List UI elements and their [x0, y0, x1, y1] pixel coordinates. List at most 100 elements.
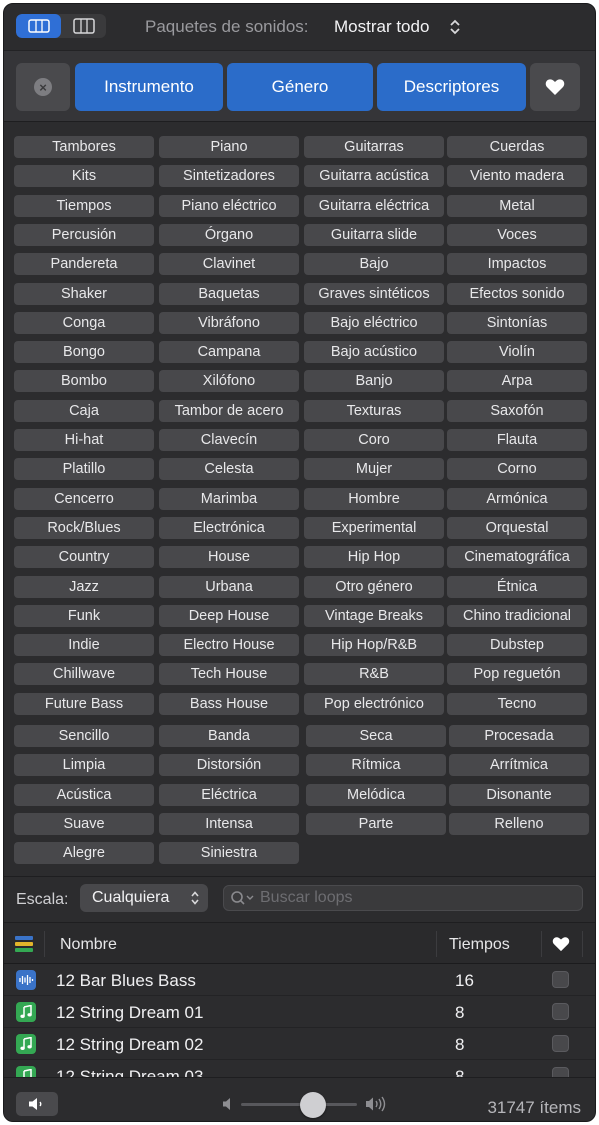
keyword-button[interactable]: Chillwave: [14, 663, 154, 686]
keyword-button[interactable]: Intensa: [159, 813, 299, 835]
keyword-button[interactable]: Banjo: [304, 370, 444, 393]
keyword-button[interactable]: Disonante: [449, 784, 589, 806]
keyword-button[interactable]: Pop electrónico: [304, 692, 444, 715]
table-row[interactable]: 12 String Dream 03 8: [4, 1060, 595, 1077]
keyword-button[interactable]: House: [159, 546, 299, 569]
keyword-button[interactable]: Órgano: [159, 223, 299, 246]
keyword-button[interactable]: Chino tradicional: [447, 604, 587, 627]
keyword-button[interactable]: Indie: [14, 634, 154, 657]
keyword-button[interactable]: Armónica: [447, 487, 587, 510]
keyword-button[interactable]: Impactos: [447, 253, 587, 276]
keyword-button[interactable]: Piano eléctrico: [159, 194, 299, 217]
keyword-button[interactable]: Baquetas: [159, 282, 299, 305]
keyword-button[interactable]: Relleno: [449, 813, 589, 835]
keyword-button[interactable]: Rock/Blues: [14, 516, 154, 539]
keyword-button[interactable]: Campana: [159, 341, 299, 364]
keyword-button[interactable]: Tecno: [447, 692, 587, 715]
keyword-button[interactable]: Guitarras: [304, 136, 444, 158]
keyword-button[interactable]: Otro género: [304, 575, 444, 598]
keyword-button[interactable]: Funk: [14, 604, 154, 627]
keyword-button[interactable]: Metal: [447, 194, 587, 217]
search-field[interactable]: [223, 885, 583, 911]
favorites-button[interactable]: [530, 63, 580, 111]
keyword-button[interactable]: Rítmica: [306, 754, 446, 776]
keyword-button[interactable]: Procesada: [449, 725, 589, 747]
preview-speaker-button[interactable]: [16, 1092, 58, 1116]
keyword-button[interactable]: Bajo acústico: [304, 341, 444, 364]
up-down-chevron-icon[interactable]: [448, 17, 462, 37]
keyword-button[interactable]: Étnica: [447, 575, 587, 598]
keyword-button[interactable]: Percusión: [14, 223, 154, 246]
keyword-button[interactable]: Celesta: [159, 458, 299, 481]
tab-genre[interactable]: Género: [227, 63, 373, 111]
reset-button[interactable]: ×: [16, 63, 70, 111]
favorite-column-heart-icon[interactable]: [552, 936, 570, 952]
keyword-button[interactable]: Alegre: [14, 842, 154, 864]
tab-descriptors[interactable]: Descriptores: [377, 63, 526, 111]
keyword-button[interactable]: Guitarra acústica: [304, 165, 444, 188]
keyword-button[interactable]: Banda: [159, 725, 299, 747]
favorite-checkbox[interactable]: [552, 1003, 569, 1020]
keyword-button[interactable]: Deep House: [159, 604, 299, 627]
keyword-button[interactable]: Cencerro: [14, 487, 154, 510]
keyword-button[interactable]: Acústica: [14, 784, 154, 806]
keyword-button[interactable]: Conga: [14, 311, 154, 334]
keyword-button[interactable]: Experimental: [304, 516, 444, 539]
table-row[interactable]: 12 String Dream 01 8: [4, 996, 595, 1028]
keyword-button[interactable]: Eléctrica: [159, 784, 299, 806]
keyword-button[interactable]: Tech House: [159, 663, 299, 686]
keyword-button[interactable]: Jazz: [14, 575, 154, 598]
favorite-checkbox[interactable]: [552, 1035, 569, 1052]
keyword-button[interactable]: R&B: [304, 663, 444, 686]
keyword-button[interactable]: Dubstep: [447, 634, 587, 657]
keyword-button[interactable]: Efectos sonido: [447, 282, 587, 305]
keyword-button[interactable]: Pop reguetón: [447, 663, 587, 686]
keyword-button[interactable]: Vintage Breaks: [304, 604, 444, 627]
keyword-button[interactable]: Caja: [14, 399, 154, 422]
keyword-button[interactable]: Bajo: [304, 253, 444, 276]
keyword-button[interactable]: Flauta: [447, 429, 587, 451]
keyword-button[interactable]: Arpa: [447, 370, 587, 393]
keyword-button[interactable]: Graves sintéticos: [304, 282, 444, 305]
favorite-checkbox[interactable]: [552, 971, 569, 988]
keyword-button[interactable]: Guitarra slide: [304, 223, 444, 246]
keyword-button[interactable]: Bombo: [14, 370, 154, 393]
keyword-button[interactable]: Bajo eléctrico: [304, 311, 444, 334]
sound-packs-select[interactable]: Mostrar todo: [334, 17, 429, 37]
keyword-button[interactable]: Tambores: [14, 136, 154, 158]
volume-slider-knob[interactable]: [299, 1092, 326, 1118]
keyword-button[interactable]: Orquestal: [447, 516, 587, 539]
keyword-button[interactable]: Tiempos: [14, 194, 154, 217]
keyword-button[interactable]: Hip Hop/R&B: [304, 634, 444, 657]
keyword-button[interactable]: Electrónica: [159, 516, 299, 539]
keyword-button[interactable]: Piano: [159, 136, 299, 158]
keyword-button[interactable]: Voces: [447, 223, 587, 246]
keyword-button[interactable]: Viento madera: [447, 165, 587, 188]
keyword-button[interactable]: Guitarra eléctrica: [304, 194, 444, 217]
loop-type-column-icon[interactable]: [15, 936, 33, 952]
keyword-button[interactable]: Coro: [304, 429, 444, 451]
keyword-button[interactable]: Xilófono: [159, 370, 299, 393]
keyword-button[interactable]: Platillo: [14, 458, 154, 481]
search-input[interactable]: [260, 889, 560, 907]
keyword-button[interactable]: Cinematográfica: [447, 546, 587, 569]
keyword-button[interactable]: Country: [14, 546, 154, 569]
keyword-button[interactable]: Bongo: [14, 341, 154, 364]
volume-slider[interactable]: [241, 1092, 357, 1118]
keyword-button[interactable]: Pandereta: [14, 253, 154, 276]
keyword-button[interactable]: Texturas: [304, 399, 444, 422]
keyword-button[interactable]: Shaker: [14, 282, 154, 305]
keyword-button[interactable]: Electro House: [159, 634, 299, 657]
view-columns-button[interactable]: [61, 14, 106, 38]
tab-instrument[interactable]: Instrumento: [75, 63, 223, 111]
keyword-button[interactable]: Parte: [306, 813, 446, 835]
scale-select[interactable]: Cualquiera: [80, 884, 208, 912]
column-header-beats[interactable]: Tiempos: [449, 936, 510, 954]
keyword-button[interactable]: Kits: [14, 165, 154, 188]
table-row[interactable]: 12 Bar Blues Bass 16: [4, 964, 595, 996]
keyword-button[interactable]: Saxofón: [447, 399, 587, 422]
keyword-button[interactable]: Seca: [306, 725, 446, 747]
keyword-button[interactable]: Bass House: [159, 692, 299, 715]
table-row[interactable]: 12 String Dream 02 8: [4, 1028, 595, 1060]
keyword-button[interactable]: Mujer: [304, 458, 444, 481]
